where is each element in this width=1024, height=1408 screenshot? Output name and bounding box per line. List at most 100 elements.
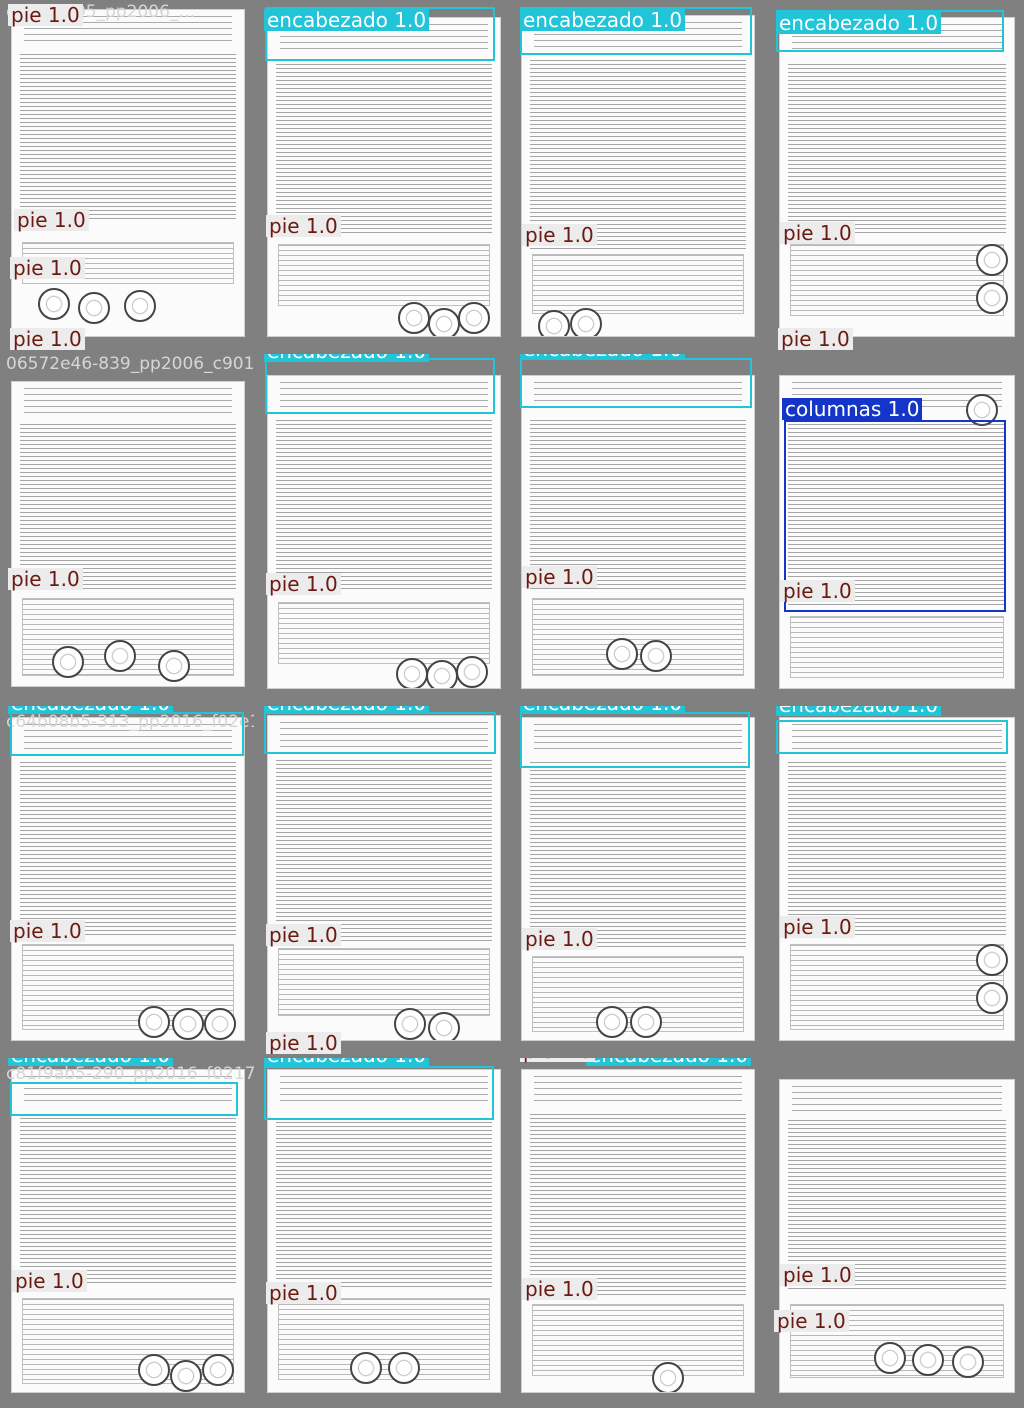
stamp-seal-icon: [396, 658, 428, 688]
stamp-seal-icon: [912, 1344, 944, 1376]
document-page: [522, 376, 754, 688]
document-page: [268, 376, 500, 688]
document-body-text: [20, 54, 236, 222]
document-footer-table: [278, 602, 490, 664]
document-body-text: [20, 762, 236, 938]
detection-grid: e… fb_895_pp2006_… pie 1.0 pie 1.0 pie 1…: [0, 0, 1024, 1408]
document-footer-table: [790, 616, 1004, 678]
detection-label-footer: pie 1.0: [8, 568, 83, 590]
detection-label-footer: pie 1.0: [522, 224, 597, 246]
document-page: [12, 718, 244, 1040]
stamp-seal-icon: [630, 1006, 662, 1038]
tile-14[interactable]: encabezado 1.0 pie 1.0: [258, 1058, 510, 1406]
detection-label-header: encabezado 1.0: [8, 706, 174, 714]
tile-13[interactable]: c81f9ab5-290_pp2016_f0217628e217_2022104…: [2, 1058, 254, 1406]
detection-label-header: encabezado 1.0: [586, 1058, 752, 1066]
detection-label-footer: pie 1.0: [778, 328, 853, 350]
stamp-seal-icon: [172, 1008, 204, 1040]
document-body-text: [788, 762, 1006, 938]
detection-label-footer: pie 1.0: [780, 222, 855, 244]
document-body-text: [530, 762, 746, 948]
stamp-seal-icon: [538, 310, 570, 336]
stamp-seal-icon: [428, 308, 460, 336]
detection-label-footer: pie 1.0: [266, 924, 341, 946]
detection-label-header: encabezado 1.0: [520, 354, 686, 360]
document-body-text: [530, 1114, 746, 1298]
document-page: [522, 16, 754, 336]
detection-label-footer: pie 1.0: [14, 209, 89, 231]
stamp-seal-icon: [388, 1352, 420, 1384]
stamp-seal-icon: [428, 1012, 460, 1040]
detection-label-footer: pie 1.0: [266, 215, 341, 237]
tile-filename: c81f9ab5-290_pp2016_f0217628e217_2022104…: [6, 1064, 254, 1084]
stamp-seal-icon: [170, 1360, 202, 1392]
detection-label-footer: pie 1.0: [266, 1282, 341, 1304]
document-page: [268, 18, 500, 336]
detection-label-footer: pie 1.0: [522, 1278, 597, 1300]
tile-4[interactable]: encabezado 1.0 pie 1.0 pie 1.0: [770, 2, 1022, 350]
stamp-seal-icon: [976, 982, 1008, 1014]
document-page: [12, 1070, 244, 1392]
stamp-seal-icon: [606, 638, 638, 670]
tile-12[interactable]: encabezado 1.0 pie 1.0: [770, 706, 1022, 1054]
document-body-text: [276, 1118, 492, 1288]
document-body-text: [20, 424, 236, 590]
document-page: [522, 1070, 754, 1392]
detection-label-footer: pie 1.0: [780, 916, 855, 938]
tile-16[interactable]: pie 1.0 pie 1.0: [770, 1058, 1022, 1406]
stamp-seal-icon: [952, 1346, 984, 1378]
document-header-text: [534, 1076, 742, 1106]
document-body-text: [530, 60, 746, 250]
document-body-text: [276, 64, 492, 234]
header-detection-box: [520, 712, 750, 768]
stamp-seal-icon: [456, 656, 488, 688]
document-page: [12, 10, 244, 336]
document-body-text: [20, 1118, 236, 1286]
detection-label-footer: pie 1.0: [780, 1264, 855, 1286]
tile-2[interactable]: encabezado 1.0 pie 1.0: [258, 2, 510, 350]
stamp-seal-icon: [158, 650, 190, 682]
stamp-seal-icon: [976, 244, 1008, 276]
document-footer-table: [790, 244, 1004, 316]
document-footer-table: [278, 1298, 490, 1380]
document-page: [780, 1080, 1014, 1392]
tile-10[interactable]: encabezado 1.0 pie 1.0 pie 1.0: [258, 706, 510, 1054]
document-page: [780, 718, 1014, 1040]
stamp-seal-icon: [570, 308, 602, 336]
detection-label-header: encabezado 1.0: [8, 1058, 174, 1066]
document-footer-table: [278, 244, 490, 306]
detection-label-footer: pie 1.0: [10, 257, 85, 279]
detection-label-header: encabezado 1.0: [520, 9, 686, 31]
stamp-seal-icon: [138, 1354, 170, 1386]
detection-label-footer: pie 1.0: [266, 573, 341, 595]
document-footer-table: [532, 1304, 744, 1376]
stamp-seal-icon: [874, 1342, 906, 1374]
document-page: [268, 716, 500, 1040]
detection-label-footer: pie 1.0: [12, 1270, 87, 1292]
detection-label-header: encabezado 1.0: [264, 1058, 430, 1066]
header-detection-box: [520, 358, 752, 408]
header-detection-box: [10, 712, 244, 756]
tile-7[interactable]: encabezado 1.0 pie 1.0: [514, 354, 766, 702]
tile-8[interactable]: columnas 1.0 pie 1.0: [770, 354, 1022, 702]
detection-label-header: encabezado 1.0: [776, 706, 942, 716]
detection-label-footer: pie 1.0: [780, 580, 855, 602]
detection-label-columns: columnas 1.0: [782, 398, 923, 420]
tile-5[interactable]: 06572e46-839_pp2006_c901f3012609_2020106…: [2, 354, 254, 702]
detection-label-footer: pie 1.0: [266, 1032, 341, 1054]
document-footer-table: [790, 944, 1004, 1030]
document-footer-table: [278, 948, 490, 1016]
detection-label-header: encabezado 1.0: [264, 354, 430, 362]
stamp-seal-icon: [38, 288, 70, 320]
stamp-seal-icon: [52, 646, 84, 678]
tile-15[interactable]: encabezado 1.0 pie 1.0 pie 1.0: [514, 1058, 766, 1406]
stamp-seal-icon: [204, 1008, 236, 1040]
tile-3[interactable]: encabezado 1.0 pie 1.0: [514, 2, 766, 350]
tile-9[interactable]: c64b08b5-313_pp2016_f02e1af2021_p2020e20…: [2, 706, 254, 1054]
document-body-text: [788, 64, 1006, 234]
detection-label-header: encabezado 1.0: [264, 9, 430, 31]
tile-1[interactable]: e… fb_895_pp2006_… pie 1.0 pie 1.0 pie 1…: [2, 2, 254, 350]
tile-11[interactable]: encabezado 1.0 pie 1.0: [514, 706, 766, 1054]
stamp-seal-icon: [596, 1006, 628, 1038]
tile-6[interactable]: encabezado 1.0 pie 1.0: [258, 354, 510, 702]
